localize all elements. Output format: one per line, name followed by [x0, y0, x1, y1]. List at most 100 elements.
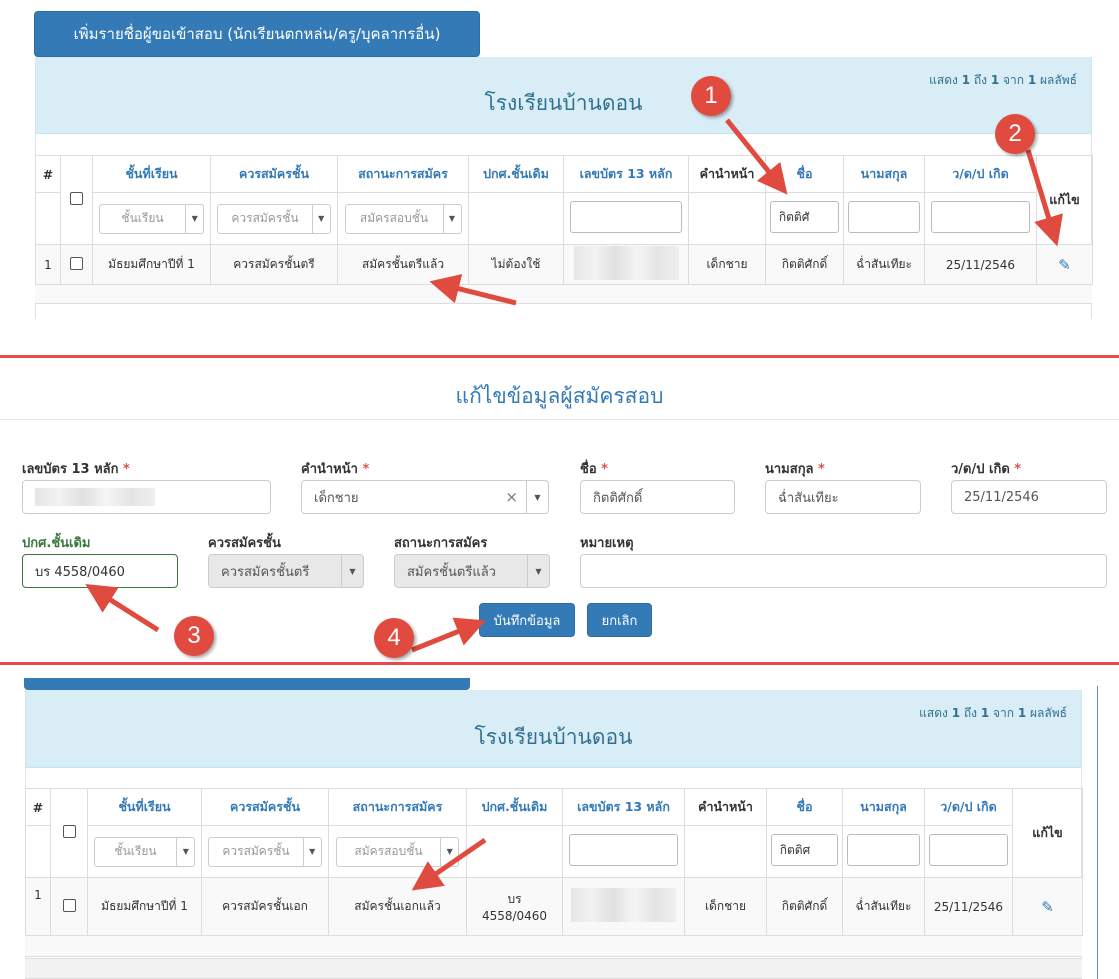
add-applicant-button[interactable]: เพิ่มรายชื่อผู้ขอเข้าสอบ (นักเรียนตกหล่น…: [34, 11, 480, 57]
filter-empty: [468, 192, 564, 245]
col-first[interactable]: ชื่อ: [766, 788, 843, 826]
note-label: หมายเหตุ: [580, 536, 634, 551]
row-status: สมัครชั้นเอกแล้ว: [328, 877, 467, 936]
col-last[interactable]: นามสกุล: [843, 155, 925, 193]
col-first[interactable]: ชื่อ: [765, 155, 844, 193]
cancel-button[interactable]: ยกเลิก: [587, 603, 652, 637]
col-num: #: [25, 788, 51, 826]
side-border: [1097, 686, 1098, 979]
col-level[interactable]: ชั้นที่เรียน: [87, 788, 202, 826]
last-name-field[interactable]: ฉ่ำสันเทียะ: [765, 480, 921, 514]
chevron-down-icon: ▼: [302, 837, 321, 866]
table-row: 1 มัธยมศึกษาปีที่ 1 ควรสมัครชั้นเอก สมัค…: [25, 877, 1083, 936]
id-blurred: [571, 888, 676, 922]
col-prefix: คำนำหน้า: [688, 155, 766, 193]
col-edit: แก้ไข: [1036, 155, 1093, 245]
apply-filter[interactable]: ควรสมัครชั้น ▼: [217, 203, 331, 234]
applicant-table-top: # ชั้นที่เรียน ควรสมัครชั้น สถานะการสมัค…: [35, 155, 1093, 285]
divider: [0, 662, 1119, 665]
filter-empty: [466, 825, 563, 878]
col-cert[interactable]: ปกศ.ชั้นเดิม: [468, 155, 564, 193]
cert-field[interactable]: บร 4558/0460: [22, 554, 178, 588]
dob-field[interactable]: 25/11/2546: [951, 480, 1107, 514]
row-apply: ควรสมัครชั้นตรี: [210, 244, 338, 285]
row-cert: บร 4558/0460: [466, 877, 563, 936]
chevron-down-icon: ▼: [527, 555, 549, 587]
status-label: สถานะการสมัคร: [394, 536, 488, 551]
add-applicant-button[interactable]: [24, 678, 470, 690]
col-cert[interactable]: ปกศ.ชั้นเดิม: [466, 788, 563, 826]
filter-empty: [684, 825, 767, 878]
note-field[interactable]: [580, 554, 1107, 588]
row-first: กิตติศักดิ์: [765, 244, 844, 285]
chevron-down-icon: ▼: [440, 837, 458, 866]
row-checkbox[interactable]: [70, 256, 83, 270]
pencil-icon[interactable]: ✎: [1058, 256, 1071, 274]
select-all-cell: [60, 155, 93, 245]
table-row: 1 มัธยมศึกษาปีที่ 1 ควรสมัครชั้นตรี สมัค…: [35, 244, 1093, 285]
first-filter-input[interactable]: กิตติศ: [770, 834, 839, 866]
callout-2: 2: [995, 114, 1035, 154]
level-filter[interactable]: ชั้นเรียน ▼: [98, 203, 205, 234]
col-apply[interactable]: ควรสมัครชั้น: [201, 788, 329, 826]
row-prefix: เด็กชาย: [688, 244, 766, 285]
row-last: ฉ่ำสันเทียะ: [842, 877, 925, 936]
prefix-select[interactable]: เด็กชาย × ▼: [301, 480, 549, 514]
select-all-checkbox[interactable]: [70, 192, 83, 205]
select-all-cell: [50, 788, 88, 878]
id-filter-input[interactable]: [570, 201, 682, 233]
save-button[interactable]: บันทึกข้อมูล: [479, 603, 575, 637]
row-last: ฉ่ำสันเทียะ: [843, 244, 925, 285]
dob-label: ว/ด/ป เกิด *: [951, 462, 1022, 477]
row-cert: ไม่ต้องใช้: [468, 244, 564, 285]
col-apply[interactable]: ควรสมัครชั้น: [210, 155, 338, 193]
edit-form-title: แก้ไขข้อมูลผู้สมัครสอบ: [455, 384, 664, 408]
chevron-down-icon: ▼: [442, 204, 461, 233]
col-last[interactable]: นามสกุล: [842, 788, 925, 826]
id-field[interactable]: [22, 480, 271, 514]
select-all-checkbox[interactable]: [62, 825, 76, 838]
row-num: 1: [25, 877, 51, 936]
cert-label: ปกศ.ชั้นเดิม: [22, 536, 91, 551]
last-filter-input[interactable]: [848, 201, 920, 233]
col-dob[interactable]: ว/ด/ป เกิด: [924, 155, 1037, 193]
school-title: โรงเรียนบ้านดอน: [484, 91, 643, 115]
chevron-down-icon: ▼: [311, 204, 330, 233]
col-level[interactable]: ชั้นที่เรียน: [92, 155, 211, 193]
col-edit: แก้ไข: [1012, 788, 1083, 878]
id-filter-input[interactable]: [569, 834, 678, 866]
apply-label: ควรสมัครชั้น: [208, 536, 281, 551]
first-filter-input[interactable]: กิตติศั: [769, 201, 840, 233]
status-select[interactable]: สมัครชั้นตรีแล้ว ▼: [394, 554, 550, 588]
row-prefix: เด็กชาย: [684, 877, 767, 936]
row-dob: 25/11/2546: [924, 244, 1037, 285]
callout-1: 1: [691, 76, 731, 116]
chevron-down-icon: ▼: [176, 837, 194, 866]
prefix-label: คำนำหน้า *: [301, 462, 370, 477]
school-title: โรงเรียนบ้านดอน: [474, 725, 633, 749]
first-name-field[interactable]: กิตติศักดิ์: [580, 480, 735, 514]
col-id[interactable]: เลขบัตร 13 หลัก: [562, 788, 685, 826]
col-status[interactable]: สถานะการสมัคร: [337, 155, 469, 193]
id-label: เลขบัตร 13 หลัก *: [22, 462, 130, 477]
last-name-label: นามสกุล *: [765, 462, 825, 477]
level-filter[interactable]: ชั้นเรียน ▼: [93, 836, 196, 867]
col-dob[interactable]: ว/ด/ป เกิด: [924, 788, 1013, 826]
apply-select[interactable]: ควรสมัครชั้นตรี ▼: [208, 554, 364, 588]
callout-4: 4: [374, 618, 414, 658]
close-icon[interactable]: ×: [505, 488, 518, 506]
row-checkbox[interactable]: [62, 898, 76, 912]
pencil-icon[interactable]: ✎: [1041, 898, 1054, 916]
last-filter-input[interactable]: [847, 834, 920, 866]
callout-3: 3: [174, 616, 214, 656]
first-name-label: ชื่อ *: [580, 462, 608, 477]
apply-filter[interactable]: ควรสมัครชั้น ▼: [208, 836, 322, 867]
arrow-to-cert-field: [85, 583, 160, 633]
dob-filter-input[interactable]: [929, 834, 1008, 866]
col-id[interactable]: เลขบัตร 13 หลัก: [563, 155, 689, 193]
status-filter[interactable]: สมัครสอบชั้น ▼: [344, 203, 462, 234]
status-filter[interactable]: สมัครสอบชั้น ▼: [335, 836, 460, 867]
col-status[interactable]: สถานะการสมัคร: [328, 788, 467, 826]
dob-filter-input[interactable]: [930, 201, 1031, 233]
col-prefix: คำนำหน้า: [684, 788, 767, 826]
